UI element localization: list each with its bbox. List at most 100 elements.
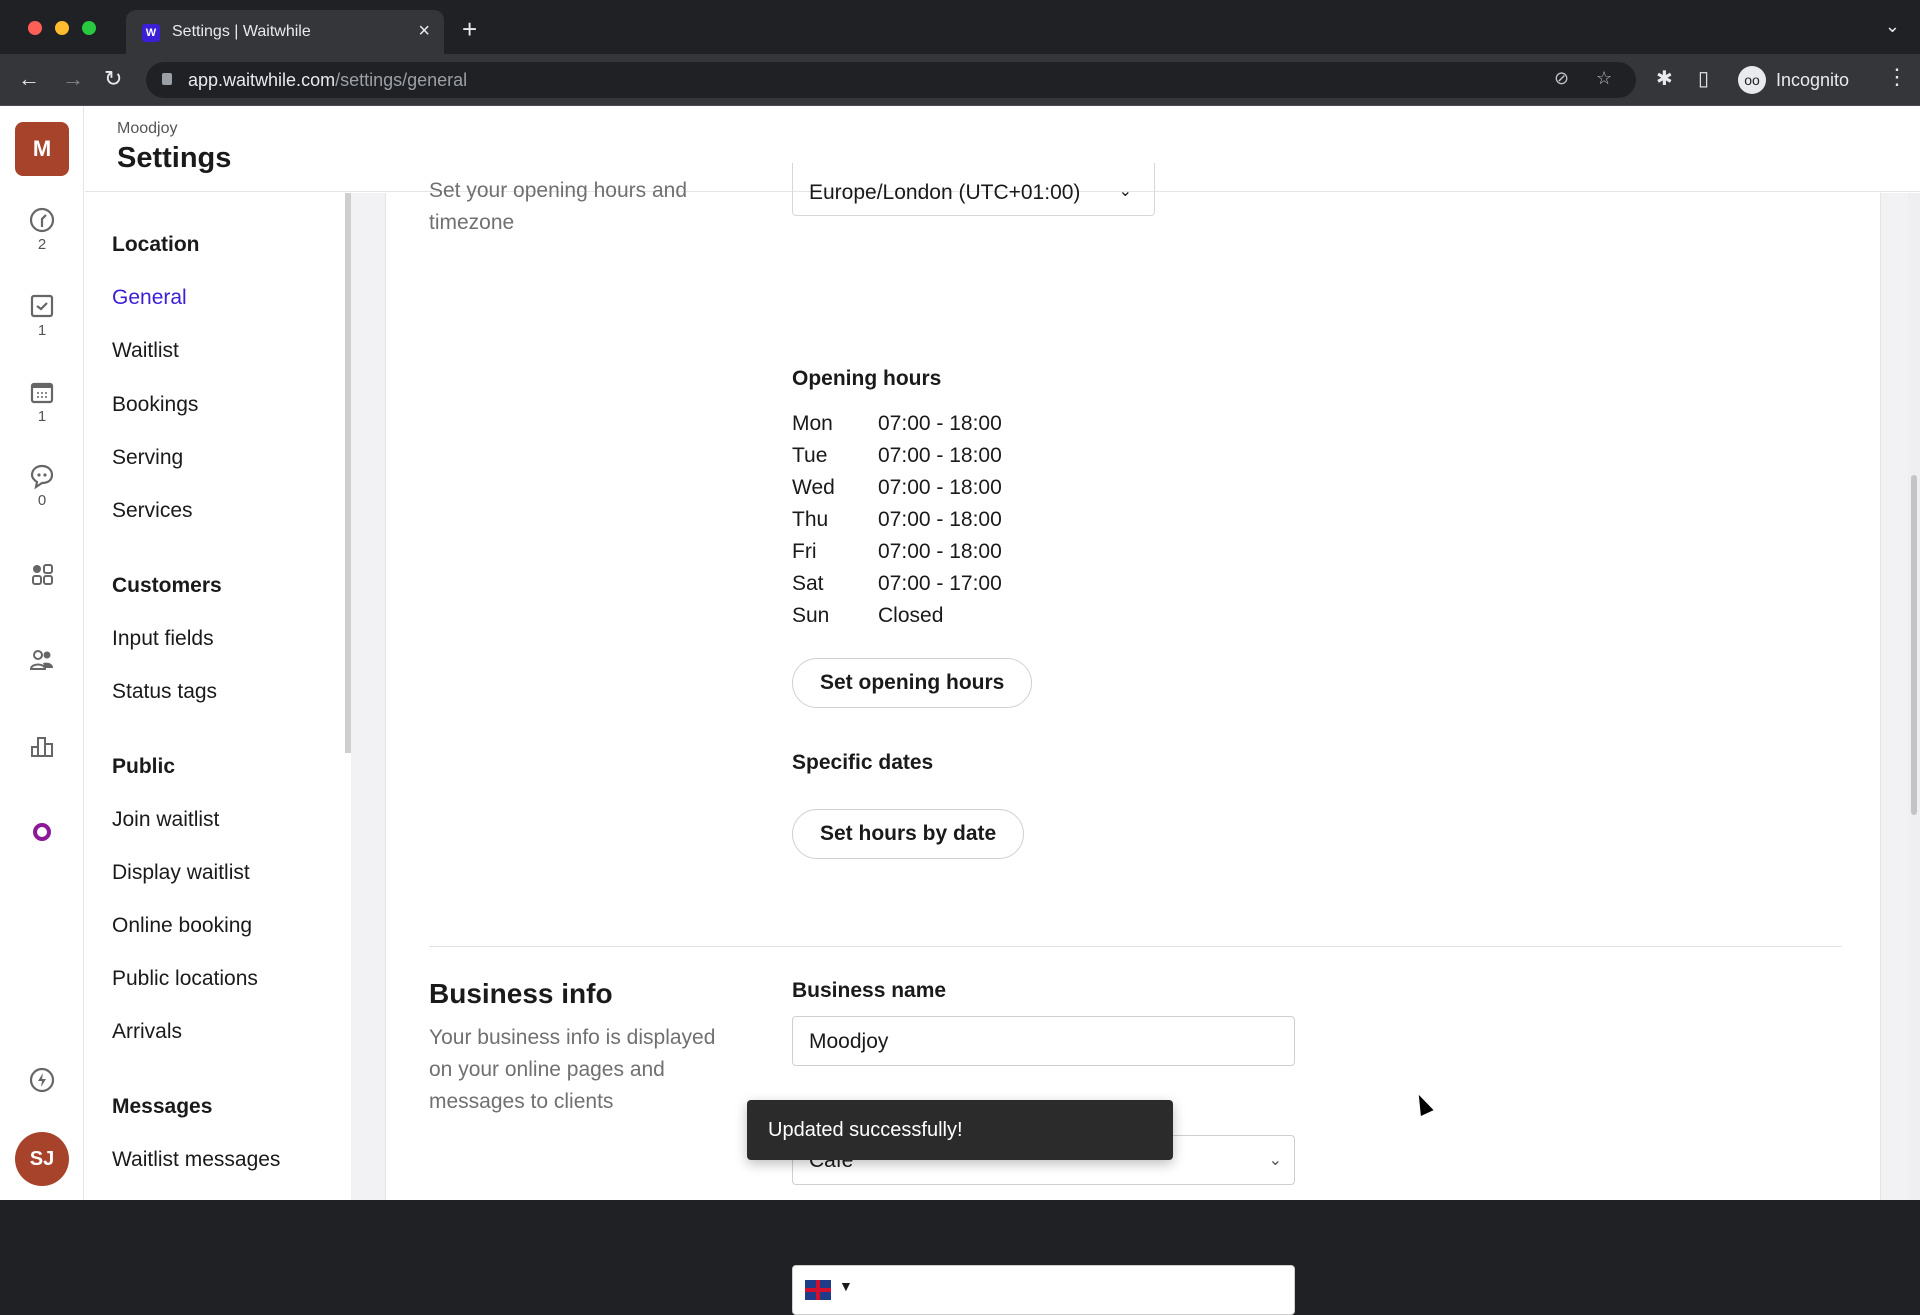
- subnav-item-public-locations[interactable]: Public locations: [112, 967, 258, 991]
- set-opening-hours-button[interactable]: Set opening hours: [792, 658, 1033, 708]
- toast-message: Updated successfully!: [768, 1119, 963, 1141]
- section-divider: [429, 946, 1842, 947]
- incognito-icon: oo: [1738, 66, 1766, 94]
- subnav-item-waitlist[interactable]: Waitlist: [112, 339, 179, 363]
- phone-input[interactable]: ▼: [792, 1265, 1295, 1315]
- location-logo[interactable]: M: [15, 122, 69, 176]
- settings-subnav: Location General Waitlist Bookings Servi…: [85, 193, 351, 1200]
- page-scrollbar-thumb[interactable]: [1911, 475, 1917, 815]
- profile-button[interactable]: oo Incognito: [1736, 62, 1862, 98]
- page-title: Settings: [117, 142, 232, 174]
- specific-dates-label: Specific dates: [792, 751, 934, 774]
- eye-off-icon[interactable]: ⊘: [1554, 68, 1569, 89]
- business-info-title: Business info: [429, 978, 613, 1009]
- day-label: Thu: [792, 508, 829, 531]
- uk-flag-icon[interactable]: [805, 1280, 831, 1300]
- subnav-item-services[interactable]: Services: [112, 499, 193, 523]
- hours-row: Fri 07:00 - 18:00: [792, 540, 1002, 564]
- rail-item-apps[interactable]: [0, 560, 84, 588]
- day-label: Wed: [792, 476, 835, 499]
- rail-item-messages[interactable]: 0: [0, 462, 84, 509]
- star-icon[interactable]: ☆: [1596, 68, 1612, 89]
- user-avatar[interactable]: SJ: [15, 1132, 69, 1186]
- side-panel-icon[interactable]: ▯: [1698, 66, 1709, 91]
- subnav-item-status-tags[interactable]: Status tags: [112, 680, 217, 704]
- browser-tab-strip: W Settings | Waitwhile × + ⌄: [0, 0, 1920, 54]
- hours-row: Wed 07:00 - 18:00: [792, 476, 1002, 500]
- tab-search-chevron-icon[interactable]: ⌄: [1885, 16, 1900, 37]
- analytics-icon: [31, 737, 53, 757]
- waitlist-count: 2: [37, 236, 47, 253]
- page-scrollbar[interactable]: [1908, 193, 1920, 1200]
- forward-icon[interactable]: →: [62, 66, 84, 92]
- subnav-item-waitlist-messages[interactable]: Waitlist messages: [112, 1148, 280, 1172]
- business-info-description: Your business info is displayed on your …: [429, 1026, 716, 1113]
- bookings-count: 1: [37, 408, 47, 425]
- close-window-button[interactable]: [28, 21, 42, 35]
- business-name-input[interactable]: Moodjoy: [792, 1016, 1295, 1066]
- timezone-select[interactable]: Europe/London (UTC+01:00) ⌄: [792, 163, 1155, 216]
- back-icon[interactable]: ←: [18, 66, 40, 92]
- tasks-count: 1: [37, 322, 47, 339]
- url-text[interactable]: app.waitwhile.com/settings/general: [188, 70, 467, 91]
- subnav-heading-public: Public: [112, 755, 176, 778]
- minimize-window-button[interactable]: [55, 21, 69, 35]
- subnav-heading-location: Location: [112, 233, 200, 256]
- address-bar[interactable]: app.waitwhile.com/settings/general ⊘ ☆: [146, 62, 1636, 98]
- hours-value: 07:00 - 18:00: [878, 412, 1002, 435]
- settings-card: Set your opening hours and timezone Euro…: [385, 163, 1881, 1315]
- close-tab-icon[interactable]: ×: [418, 20, 430, 43]
- maximize-window-button[interactable]: [82, 21, 96, 35]
- rail-item-analytics[interactable]: [0, 732, 84, 760]
- rail-item-bookings[interactable]: 1: [0, 378, 84, 425]
- rail-item-tasks[interactable]: 1: [0, 292, 84, 339]
- subnav-item-arrivals[interactable]: Arrivals: [112, 1020, 182, 1044]
- checkbox-icon: [30, 294, 54, 318]
- subnav-item-serving[interactable]: Serving: [112, 446, 183, 470]
- subnav-item-general[interactable]: General: [112, 286, 187, 310]
- settings-icon: [33, 823, 51, 841]
- browser-tab[interactable]: W Settings | Waitwhile ×: [126, 10, 444, 54]
- tab-title: Settings | Waitwhile: [172, 23, 311, 40]
- apps-icon: [32, 564, 53, 585]
- hours-description: Set your opening hours and timezone: [429, 179, 688, 234]
- profile-label: Incognito: [1776, 70, 1850, 90]
- icon-rail: M 2 1 1 0 SJ: [0, 106, 84, 1200]
- day-label: Mon: [792, 412, 833, 435]
- day-label: Sat: [792, 572, 824, 595]
- bolt-icon: [29, 1067, 55, 1093]
- lock-icon[interactable]: [162, 73, 172, 85]
- subnav-item-input-fields[interactable]: Input fields: [112, 627, 214, 651]
- reload-icon[interactable]: ↻: [104, 66, 122, 92]
- subnav-item-join-waitlist[interactable]: Join waitlist: [112, 808, 219, 832]
- chat-icon: [30, 464, 54, 490]
- browser-toolbar: ← → ↻ app.waitwhile.com/settings/general…: [0, 54, 1920, 106]
- hours-value: 07:00 - 18:00: [878, 508, 1002, 531]
- set-hours-by-date-button[interactable]: Set hours by date: [792, 809, 1025, 859]
- hours-row: Sat 07:00 - 17:00: [792, 572, 1002, 596]
- app-container: M 2 1 1 0 SJ Moodjoy Settings Location G…: [0, 106, 1920, 1315]
- rail-item-waitlist[interactable]: 2: [0, 206, 84, 253]
- hours-row: Tue 07:00 - 18:00: [792, 444, 1002, 468]
- chevron-down-icon: ⌄: [1268, 1152, 1282, 1169]
- rail-item-whats-new[interactable]: [0, 1066, 84, 1094]
- new-tab-button[interactable]: +: [462, 14, 477, 45]
- subnav-item-online-booking[interactable]: Online booking: [112, 914, 252, 938]
- day-label: Sun: [792, 604, 830, 627]
- hours-row: Sun Closed: [792, 604, 943, 628]
- timezone-value: Europe/London (UTC+01:00): [809, 181, 1081, 204]
- subnav-item-display-waitlist[interactable]: Display waitlist: [112, 861, 250, 885]
- hours-value: 07:00 - 18:00: [878, 476, 1002, 499]
- hours-value: 07:00 - 18:00: [878, 444, 1002, 467]
- caret-down-icon[interactable]: ▼: [839, 1278, 853, 1294]
- subnav-item-bookings[interactable]: Bookings: [112, 393, 198, 417]
- hours-row: Mon 07:00 - 18:00: [792, 412, 1002, 436]
- toast-notification: Updated successfully!: [747, 1100, 1173, 1160]
- subnav-heading-messages: Messages: [112, 1095, 213, 1118]
- rail-item-settings[interactable]: [0, 818, 84, 846]
- messages-count: 0: [37, 492, 47, 509]
- more-icon[interactable]: ⋮: [1886, 64, 1908, 90]
- url-domain: app.waitwhile.com: [188, 70, 336, 90]
- extensions-icon[interactable]: ✱: [1656, 66, 1673, 91]
- rail-item-customers[interactable]: [0, 646, 84, 674]
